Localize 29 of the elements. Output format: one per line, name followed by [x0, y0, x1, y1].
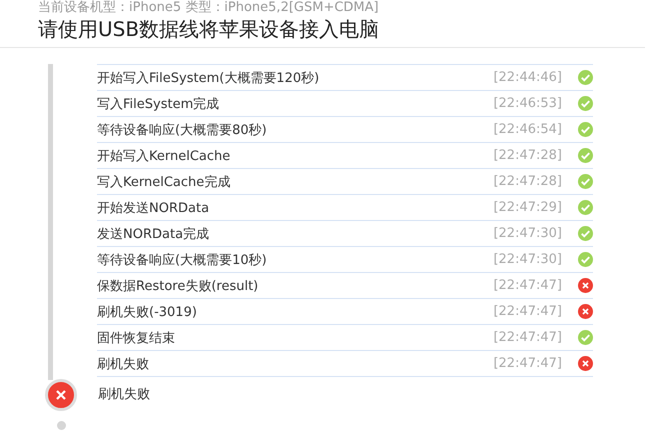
close-icon: [55, 389, 67, 401]
result-label: 刷机失败: [98, 386, 150, 403]
log-message: 固件恢复结束: [97, 330, 176, 346]
log-message: 等待设备响应(大概需要80秒): [97, 122, 268, 138]
log-message: 刷机失败(-3019): [97, 304, 198, 320]
log-time: [22:47:47]: [493, 278, 562, 293]
log-message: 发送NORData完成: [97, 226, 210, 242]
log-message: 开始写入KernelCache: [97, 148, 232, 164]
heading: 请使用USB数据线将苹果设备接入电脑: [38, 17, 380, 41]
log-time: [22:47:30]: [493, 252, 562, 267]
log-time: [22:47:47]: [493, 330, 562, 345]
log-time: [22:47:28]: [493, 174, 562, 189]
log-time: [22:46:53]: [493, 96, 562, 111]
log-message: 等待设备响应(大概需要10秒): [97, 252, 268, 268]
log-message: 开始写入FileSystem(大概需要120秒): [97, 70, 320, 86]
log-time: [22:46:54]: [493, 122, 562, 137]
log-time: [22:47:29]: [493, 200, 562, 215]
timeline-end-dot: [56, 421, 66, 430]
log-message: 保数据Restore失败(result): [97, 278, 260, 294]
device-info: 当前设备机型：iPhone5 类型：iPhone5,2[GSM+CDMA]: [38, 0, 380, 15]
log-time: [22:47:47]: [493, 356, 562, 371]
log-message: 写入FileSystem完成: [97, 96, 220, 112]
log-message: 开始发送NORData: [97, 200, 210, 216]
log-time: [22:47:30]: [493, 226, 562, 241]
log-message: 写入KernelCache完成: [97, 174, 232, 190]
log-message: 刷机失败: [97, 356, 150, 372]
log-time: [22:44:46]: [493, 70, 562, 85]
log-time: [22:47:47]: [493, 304, 562, 319]
log-time: [22:47:28]: [493, 148, 562, 163]
